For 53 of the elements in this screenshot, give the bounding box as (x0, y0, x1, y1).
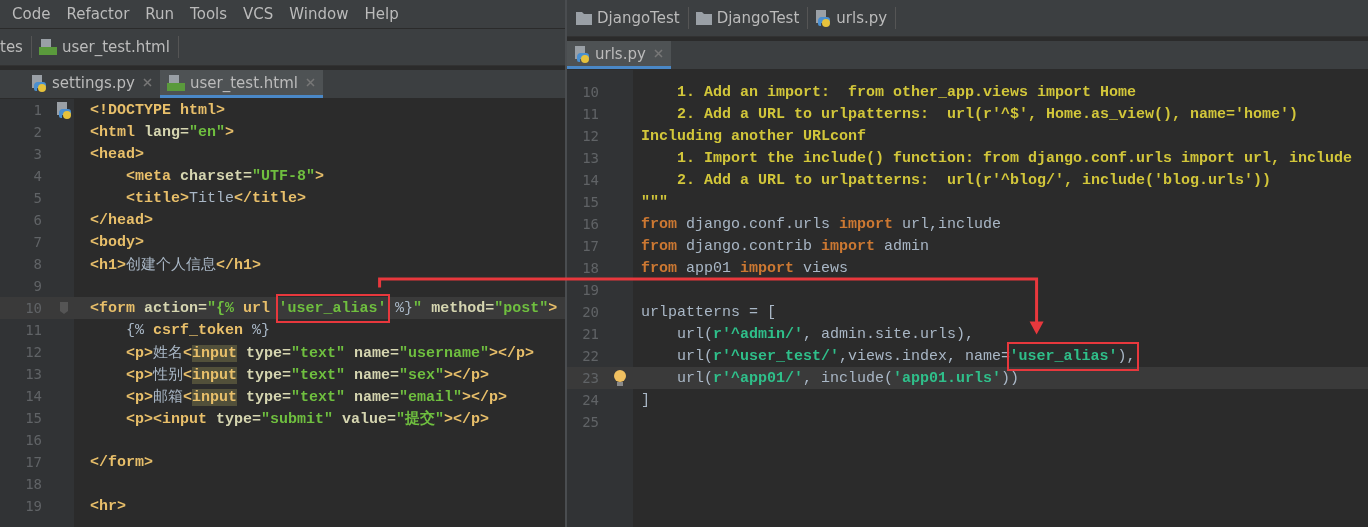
menu-item[interactable]: Tools (182, 5, 236, 23)
code-line: </form> (90, 453, 153, 471)
breadcrumb-item[interactable]: urls.py (814, 7, 897, 29)
code-line: 1. Add an import: from other_app.views import Home (676, 83, 1137, 101)
breadcrumb-item[interactable]: DjangoTest (575, 7, 689, 29)
code-line: ] (641, 391, 650, 409)
code-line: <html lang="en"> (90, 123, 235, 141)
editor-tab[interactable]: settings.py (24, 70, 160, 98)
breadcrumb-item[interactable]: tes (0, 36, 32, 58)
code-line: 1. Import the include() function: from django.conf.urls import url, include (676, 149, 1353, 167)
code-line: from app01 import views (641, 259, 849, 277)
code-line: <!DOCTYPE html> (90, 101, 226, 119)
menu-item[interactable]: VCS (235, 5, 282, 23)
code-line: <p>邮箱<input type="text" name="email"></p> (125, 387, 508, 406)
editor-tab[interactable]: urls.py (567, 41, 671, 69)
breadcrumb-item[interactable]: user_test.html (37, 36, 179, 58)
html-file-icon (37, 38, 58, 56)
code-line: from django.conf.urls import url,include (641, 215, 1002, 233)
code-line: urlpatterns = [ (641, 303, 777, 321)
lightbulb-icon (613, 369, 627, 387)
menu-item[interactable]: Refactor (58, 5, 138, 23)
menu-item[interactable]: Run (137, 5, 183, 23)
folder-icon (694, 10, 713, 26)
python-file-icon (814, 9, 833, 27)
code-line: """ (641, 193, 668, 211)
code-line: <p><input type="submit" value="提交"></p> (125, 409, 490, 428)
html-file-icon (166, 73, 186, 92)
code-line: url(r'^admin/', admin.site.urls), (676, 325, 975, 343)
menu-item[interactable]: Code (4, 5, 59, 23)
code-line: <p>姓名<input type="text" name="username"></p> (125, 343, 535, 362)
code-line: <meta charset="UTF-8"> (125, 167, 325, 185)
code-line: from django.contrib import admin (641, 237, 930, 255)
code-line: {% csrf_token %} (125, 321, 271, 339)
fold-marker-icon (59, 301, 69, 315)
code-line: <head> (90, 145, 144, 163)
code-line: Including another URLconf (641, 127, 867, 145)
editor-tab[interactable]: user_test.html (160, 70, 323, 98)
folder-icon (575, 10, 593, 26)
python-file-icon (55, 101, 73, 119)
code-line: <p>性别<input type="text" name="sex"></p> (125, 365, 490, 384)
breadcrumb-item[interactable]: DjangoTest (694, 7, 809, 29)
code-line: url(r'^app01/', include('app01.urls')) (676, 369, 1020, 387)
menu-item[interactable]: Window (281, 5, 357, 23)
code-line: 2. Add a URL to urlpatterns: url(r'^blog/', include('blog.urls')) (676, 171, 1272, 189)
code-line: </head> (90, 211, 153, 229)
code-line: <hr> (90, 497, 126, 515)
code-line: <body> (90, 233, 144, 251)
python-file-icon (573, 44, 591, 63)
python-file-icon (30, 73, 48, 92)
menu-item[interactable]: Help (356, 5, 407, 23)
code-line: 2. Add a URL to urlpatterns: url(r'^$', Home.as_view(), name='home') (676, 105, 1299, 123)
code-line: <h1>创建个人信息</h1> (90, 255, 262, 274)
code-line: <title>Title</title> (125, 189, 307, 207)
